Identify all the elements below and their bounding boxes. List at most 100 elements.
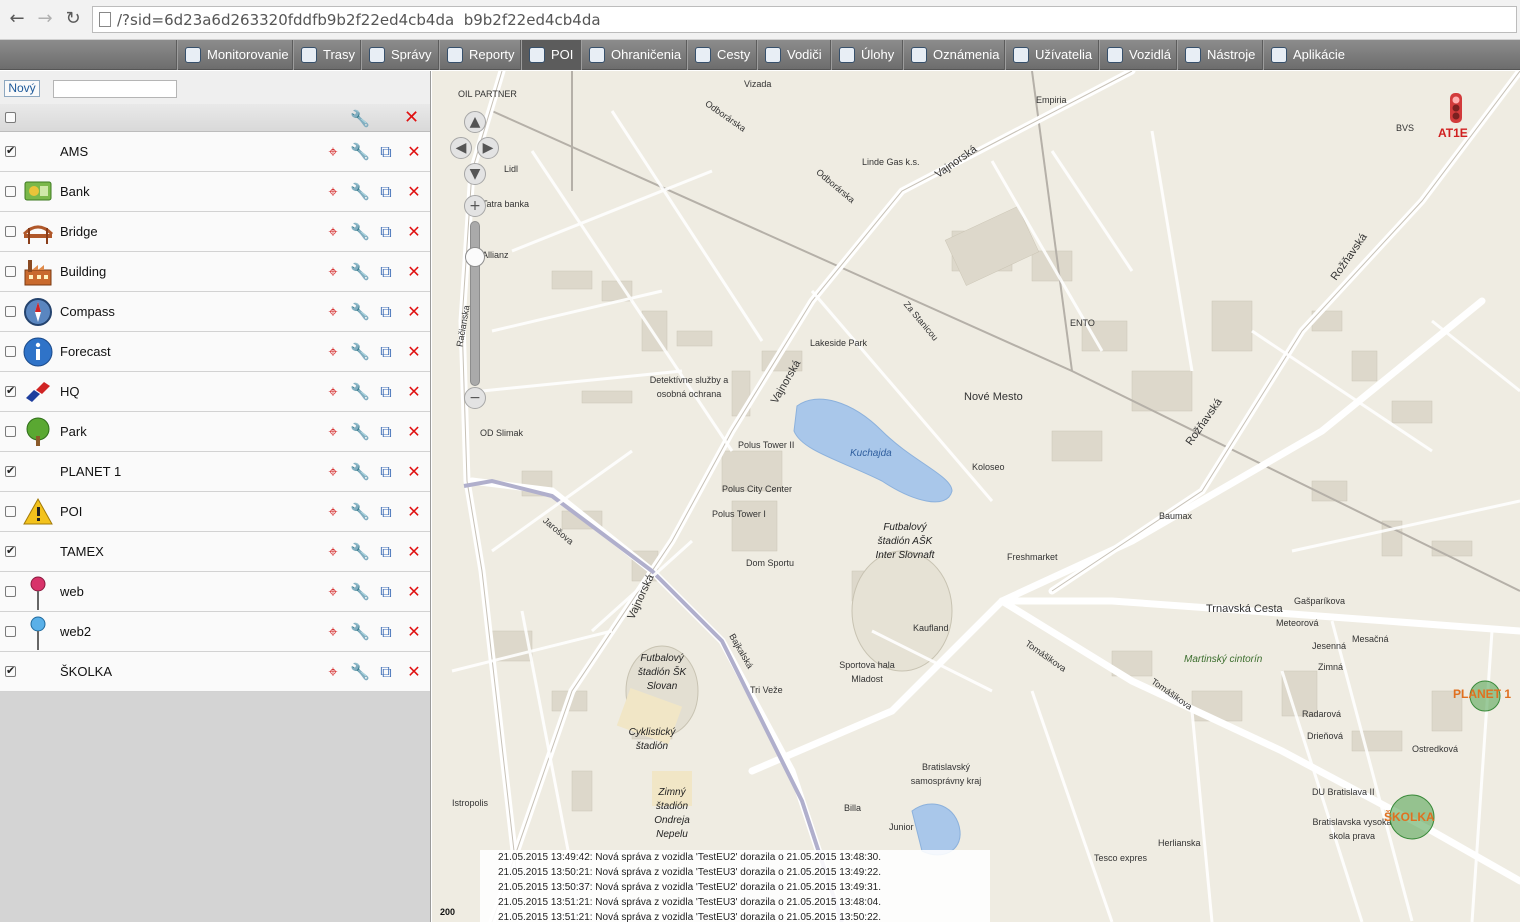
poi-row[interactable]: Building ⌖ 🔧 ⧉ ✕ bbox=[0, 252, 430, 292]
edit-wrench-icon[interactable]: 🔧 bbox=[350, 663, 370, 681]
locate-crosshair-icon[interactable]: ⌖ bbox=[324, 543, 342, 561]
poi-visibility-checkbox[interactable] bbox=[5, 586, 16, 597]
address-text[interactable]: /?sid=6d23a6d263320fddfb9b2f22ed4cb4da b… bbox=[117, 11, 601, 29]
poi-visibility-checkbox[interactable] bbox=[5, 544, 16, 557]
delete-x-icon[interactable]: ✕ bbox=[405, 463, 423, 481]
pan-left-icon[interactable]: ◀ bbox=[450, 137, 472, 159]
delete-x-icon[interactable]: ✕ bbox=[405, 583, 423, 601]
edit-wrench-icon[interactable]: 🔧 bbox=[350, 343, 370, 361]
select-all-checkbox[interactable] bbox=[5, 112, 16, 123]
poi-visibility-checkbox[interactable] bbox=[5, 626, 16, 637]
menu-item-vodiči[interactable]: Vodiči bbox=[756, 40, 830, 70]
copy-icon[interactable]: ⧉ bbox=[377, 183, 395, 201]
delete-x-icon[interactable]: ✕ bbox=[405, 303, 423, 321]
at1e-traffic-marker-icon[interactable] bbox=[1442, 89, 1472, 129]
delete-x-icon[interactable]: ✕ bbox=[405, 183, 423, 201]
poi-visibility-checkbox[interactable] bbox=[5, 186, 16, 197]
pan-up-icon[interactable]: ▲ bbox=[464, 111, 486, 133]
poi-visibility-checkbox[interactable] bbox=[5, 664, 16, 677]
menu-item-ohraničenia[interactable]: Ohraničenia bbox=[580, 40, 686, 70]
delete-x-icon[interactable]: ✕ bbox=[405, 543, 423, 561]
poi-row[interactable]: Bridge ⌖ 🔧 ⧉ ✕ bbox=[0, 212, 430, 252]
locate-crosshair-icon[interactable]: ⌖ bbox=[324, 183, 342, 201]
new-poi-button[interactable]: Nový bbox=[4, 80, 40, 97]
delete-x-icon[interactable]: ✕ bbox=[405, 343, 423, 361]
locate-crosshair-icon[interactable]: ⌖ bbox=[324, 303, 342, 321]
poi-row[interactable]: TAMEX ⌖ 🔧 ⧉ ✕ bbox=[0, 532, 430, 572]
bulk-edit-wrench-icon[interactable]: 🔧 bbox=[350, 109, 370, 128]
menu-item-cesty[interactable]: Cesty bbox=[686, 40, 756, 70]
menu-item-úlohy[interactable]: Úlohy bbox=[830, 40, 902, 70]
poi-visibility-checkbox[interactable] bbox=[5, 144, 16, 157]
skolka-marker-label[interactable]: ŠKOLKA bbox=[1384, 810, 1435, 824]
copy-icon[interactable]: ⧉ bbox=[377, 223, 395, 241]
edit-wrench-icon[interactable]: 🔧 bbox=[350, 303, 370, 321]
copy-icon[interactable]: ⧉ bbox=[377, 543, 395, 561]
menu-item-správy[interactable]: Správy bbox=[360, 40, 438, 70]
poi-visibility-checkbox[interactable] bbox=[5, 506, 16, 517]
menu-item-trasy[interactable]: Trasy bbox=[292, 40, 360, 70]
delete-x-icon[interactable]: ✕ bbox=[405, 623, 423, 641]
poi-row[interactable]: AMS ⌖ 🔧 ⧉ ✕ bbox=[0, 132, 430, 172]
edit-wrench-icon[interactable]: 🔧 bbox=[350, 623, 370, 641]
menu-item-nástroje[interactable]: Nástroje bbox=[1176, 40, 1262, 70]
edit-wrench-icon[interactable]: 🔧 bbox=[350, 503, 370, 521]
poi-row[interactable]: Compass ⌖ 🔧 ⧉ ✕ bbox=[0, 292, 430, 332]
poi-visibility-checkbox[interactable] bbox=[5, 226, 16, 237]
poi-visibility-checkbox[interactable] bbox=[5, 266, 16, 277]
zoom-slider-track[interactable] bbox=[470, 221, 480, 386]
poi-row[interactable]: web2 ⌖ 🔧 ⧉ ✕ bbox=[0, 612, 430, 652]
edit-wrench-icon[interactable]: 🔧 bbox=[350, 423, 370, 441]
poi-row[interactable]: PLANET 1 ⌖ 🔧 ⧉ ✕ bbox=[0, 452, 430, 492]
zoom-slider-handle[interactable] bbox=[465, 247, 485, 267]
locate-crosshair-icon[interactable]: ⌖ bbox=[324, 223, 342, 241]
zoom-out-icon[interactable]: − bbox=[464, 387, 486, 409]
copy-icon[interactable]: ⧉ bbox=[377, 423, 395, 441]
edit-wrench-icon[interactable]: 🔧 bbox=[350, 263, 370, 281]
delete-x-icon[interactable]: ✕ bbox=[405, 143, 423, 161]
locate-crosshair-icon[interactable]: ⌖ bbox=[324, 263, 342, 281]
copy-icon[interactable]: ⧉ bbox=[377, 463, 395, 481]
copy-icon[interactable]: ⧉ bbox=[377, 623, 395, 641]
planet1-marker-label[interactable]: PLANET 1 bbox=[1453, 687, 1511, 701]
locate-crosshair-icon[interactable]: ⌖ bbox=[324, 143, 342, 161]
poi-visibility-checkbox[interactable] bbox=[5, 384, 16, 397]
copy-icon[interactable]: ⧉ bbox=[377, 143, 395, 161]
copy-icon[interactable]: ⧉ bbox=[377, 583, 395, 601]
pan-right-icon[interactable]: ▶ bbox=[477, 137, 499, 159]
menu-item-reporty[interactable]: Reporty bbox=[438, 40, 520, 70]
locate-crosshair-icon[interactable]: ⌖ bbox=[324, 423, 342, 441]
locate-crosshair-icon[interactable]: ⌖ bbox=[324, 583, 342, 601]
copy-icon[interactable]: ⧉ bbox=[377, 503, 395, 521]
poi-visibility-checkbox[interactable] bbox=[5, 464, 16, 477]
delete-x-icon[interactable]: ✕ bbox=[405, 663, 423, 681]
copy-icon[interactable]: ⧉ bbox=[377, 303, 395, 321]
locate-crosshair-icon[interactable]: ⌖ bbox=[324, 503, 342, 521]
poi-row[interactable]: HQ ⌖ 🔧 ⧉ ✕ bbox=[0, 372, 430, 412]
edit-wrench-icon[interactable]: 🔧 bbox=[350, 143, 370, 161]
menu-item-monitorovanie[interactable]: Monitorovanie bbox=[176, 40, 292, 70]
menu-item-aplikácie[interactable]: Aplikácie bbox=[1262, 40, 1352, 70]
poi-row[interactable]: Park ⌖ 🔧 ⧉ ✕ bbox=[0, 412, 430, 452]
poi-row[interactable]: web ⌖ 🔧 ⧉ ✕ bbox=[0, 572, 430, 612]
poi-row[interactable]: POI ⌖ 🔧 ⧉ ✕ bbox=[0, 492, 430, 532]
copy-icon[interactable]: ⧉ bbox=[377, 343, 395, 361]
address-bar[interactable]: /?sid=6d23a6d263320fddfb9b2f22ed4cb4da b… bbox=[92, 6, 1517, 33]
locate-crosshair-icon[interactable]: ⌖ bbox=[324, 663, 342, 681]
bulk-delete-icon[interactable]: ✕ bbox=[404, 107, 419, 128]
menu-item-poi[interactable]: POI bbox=[520, 40, 580, 70]
copy-icon[interactable]: ⧉ bbox=[377, 263, 395, 281]
map-view[interactable]: OIL PARTNER Lidl Tatra banka Allianz Vizada E… bbox=[432, 71, 1520, 922]
delete-x-icon[interactable]: ✕ bbox=[405, 263, 423, 281]
edit-wrench-icon[interactable]: 🔧 bbox=[350, 583, 370, 601]
poi-visibility-checkbox[interactable] bbox=[5, 346, 16, 357]
edit-wrench-icon[interactable]: 🔧 bbox=[350, 383, 370, 401]
menu-item-užívatelia[interactable]: Užívatelia bbox=[1004, 40, 1098, 70]
locate-crosshair-icon[interactable]: ⌖ bbox=[324, 383, 342, 401]
zoom-in-icon[interactable]: + bbox=[464, 195, 486, 217]
poi-row[interactable]: Bank ⌖ 🔧 ⧉ ✕ bbox=[0, 172, 430, 212]
menu-item-vozidlá[interactable]: Vozidlá bbox=[1098, 40, 1176, 70]
delete-x-icon[interactable]: ✕ bbox=[405, 423, 423, 441]
locate-crosshair-icon[interactable]: ⌖ bbox=[324, 463, 342, 481]
poi-filter-input[interactable] bbox=[53, 80, 177, 98]
